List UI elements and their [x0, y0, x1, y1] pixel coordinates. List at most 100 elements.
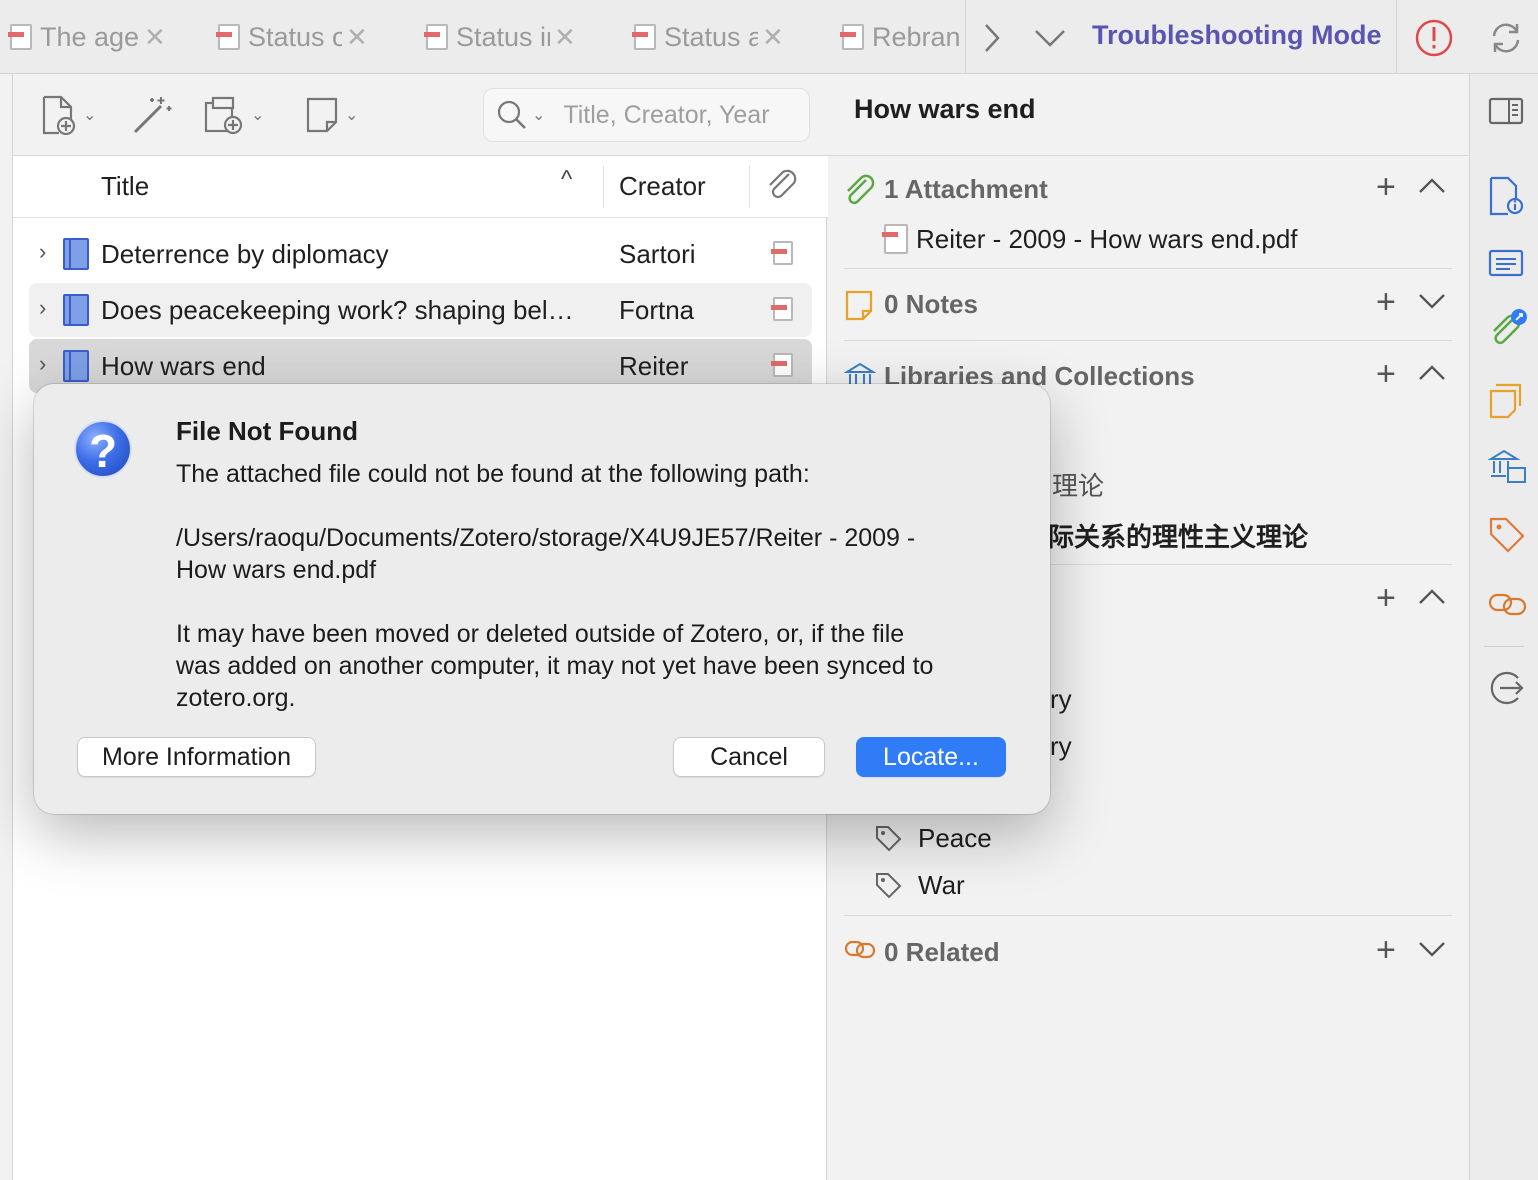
chevron-right-icon[interactable]: ›: [39, 239, 46, 265]
new-attachment-button[interactable]: ⌄: [203, 92, 264, 138]
info-icon[interactable]: [1488, 176, 1524, 216]
column-creator[interactable]: Creator: [619, 171, 706, 202]
add-related-button[interactable]: +: [1376, 931, 1396, 970]
chevron-down-icon[interactable]: ⌄: [532, 105, 545, 125]
pdf-icon[interactable]: [771, 353, 793, 377]
item-title: Deterrence by diplomacy: [101, 239, 389, 269]
add-collection-button[interactable]: +: [1376, 355, 1396, 394]
libraries-nav-icon[interactable]: [1487, 448, 1526, 484]
attachments-label: 1 Attachment: [884, 174, 1048, 204]
tab-divider: [965, 0, 966, 74]
tab-item[interactable]: Status in ✕: [422, 0, 576, 74]
chevron-right-icon[interactable]: ›: [39, 351, 46, 377]
attachment-filename[interactable]: Reiter - 2009 - How wars end.pdf: [916, 224, 1298, 255]
side-nav: [1469, 74, 1538, 1180]
chevron-right-icon[interactable]: ›: [39, 295, 46, 321]
item-title: How wars end: [101, 351, 266, 381]
pdf-icon: [6, 22, 32, 52]
tag-icon: [874, 824, 902, 857]
tab-item[interactable]: Status a ✕: [630, 0, 784, 74]
tab-label: The agent: [40, 21, 140, 52]
attachment-add-icon: [204, 96, 243, 135]
note-icon: [306, 97, 338, 133]
collection-name[interactable]: 理论: [1052, 466, 1104, 503]
pdf-icon[interactable]: [771, 241, 793, 265]
item-pane-title: How wars end: [854, 94, 1036, 124]
book-icon: [63, 350, 89, 382]
tab-label: Status in: [456, 21, 550, 52]
locate-icon[interactable]: [1488, 668, 1524, 705]
add-attachment-button[interactable]: +: [1376, 168, 1396, 207]
close-icon[interactable]: ✕: [554, 22, 576, 53]
add-by-identifier-button[interactable]: [131, 92, 173, 138]
related-section-header[interactable]: 0 Related +: [844, 927, 1452, 977]
chevron-right-icon[interactable]: [970, 16, 1014, 60]
tab-item[interactable]: Rebrand: [838, 0, 960, 74]
column-title[interactable]: Title: [101, 171, 149, 202]
search-icon: [497, 100, 526, 129]
items-toolbar: ⌄ ⌄ ⌄ ⌄: [13, 74, 828, 156]
item-row[interactable]: › Does peacekeeping work? shaping bel… F…: [29, 283, 812, 337]
tab-item[interactable]: Status of ✕: [214, 0, 368, 74]
search-input[interactable]: [563, 100, 784, 130]
link-icon: [844, 937, 876, 967]
pdf-icon: [630, 22, 656, 52]
tab-divider: [1396, 0, 1397, 74]
search-box[interactable]: ⌄: [483, 88, 810, 142]
tag-name[interactable]: ry: [1050, 684, 1072, 715]
close-icon[interactable]: ✕: [346, 22, 368, 53]
chevron-up-icon[interactable]: [1418, 174, 1446, 202]
nav-divider: [1484, 646, 1524, 647]
more-information-button[interactable]: More Information: [77, 737, 316, 777]
add-note-button[interactable]: +: [1376, 283, 1396, 322]
toggle-pane-icon[interactable]: [1488, 96, 1524, 132]
collection-name[interactable]: 际关系的理性主义理论: [1048, 517, 1308, 554]
close-icon[interactable]: ✕: [144, 22, 166, 53]
notes-label: 0 Notes: [884, 289, 978, 319]
alert-icon[interactable]: [1412, 16, 1456, 60]
sync-icon[interactable]: [1484, 16, 1528, 60]
note-icon: [844, 289, 874, 321]
item-creator: Reiter: [619, 351, 689, 381]
chevron-up-icon[interactable]: [1418, 361, 1446, 389]
troubleshooting-mode-label[interactable]: Troubleshooting Mode: [1092, 20, 1381, 51]
chevron-down-icon[interactable]: [1418, 937, 1446, 965]
attachments-section-header[interactable]: 1 Attachment +: [844, 164, 1452, 214]
tag-name[interactable]: War: [918, 870, 965, 901]
pdf-icon: [422, 22, 448, 52]
add-tag-button[interactable]: +: [1376, 579, 1396, 618]
tag-name[interactable]: Peace: [918, 823, 992, 854]
chevron-down-icon[interactable]: [1418, 289, 1446, 317]
paperclip-icon: [844, 174, 875, 205]
column-divider[interactable]: [603, 166, 604, 208]
close-icon[interactable]: ✕: [762, 22, 784, 53]
new-note-button[interactable]: ⌄: [305, 92, 358, 138]
column-header: Title ^ Creator: [13, 156, 828, 218]
related-nav-icon[interactable]: [1488, 590, 1527, 626]
pdf-icon: [214, 22, 240, 52]
pdf-icon: [838, 22, 864, 52]
new-item-button[interactable]: ⌄: [41, 92, 96, 138]
column-divider[interactable]: [749, 166, 750, 208]
tags-nav-icon[interactable]: [1488, 516, 1525, 553]
book-icon: [63, 238, 89, 270]
sort-ascending-icon[interactable]: ^: [561, 166, 572, 194]
pdf-icon[interactable]: [771, 297, 793, 321]
abstract-icon[interactable]: [1488, 248, 1524, 284]
paperclip-icon[interactable]: [765, 166, 799, 211]
tab-bar: The agent ✕ Status of ✕ Status in ✕ Stat…: [0, 0, 1538, 74]
notes-nav-icon[interactable]: [1488, 382, 1524, 419]
chevron-up-icon[interactable]: [1418, 585, 1446, 613]
cancel-button[interactable]: Cancel: [673, 737, 825, 777]
item-row[interactable]: › Deterrence by diplomacy Sartori: [29, 227, 812, 281]
item-creator: Sartori: [619, 239, 696, 269]
locate-button[interactable]: Locate...: [856, 737, 1006, 777]
tab-label: Status a: [664, 21, 758, 52]
file-not-found-dialog: ? File Not Found The attached file could…: [34, 384, 1050, 814]
tag-name[interactable]: ry: [1050, 731, 1072, 762]
notes-section-header[interactable]: 0 Notes +: [844, 279, 1452, 329]
dialog-message: was added on another computer, it may no…: [176, 652, 934, 680]
tab-item[interactable]: The agent ✕: [6, 0, 166, 74]
chevron-down-icon[interactable]: [1028, 16, 1072, 60]
attachments-nav-icon[interactable]: [1488, 308, 1527, 345]
